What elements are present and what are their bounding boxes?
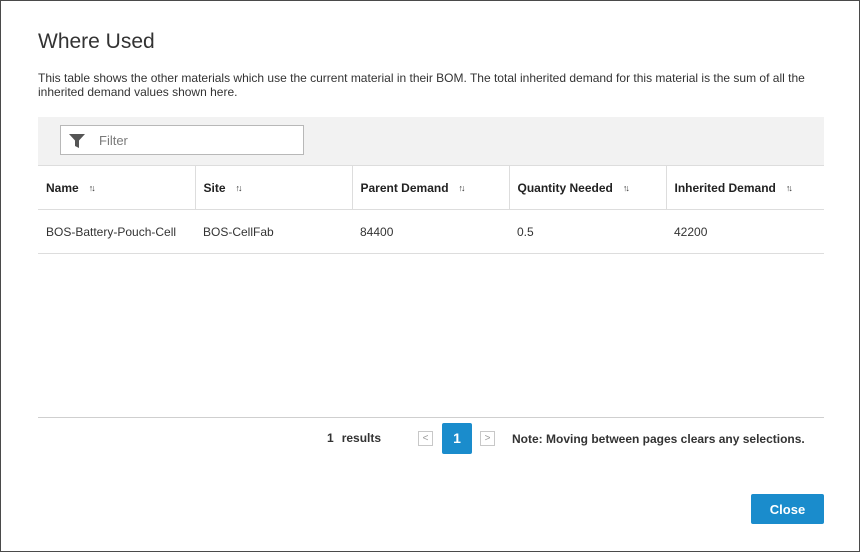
- filter-icon: [69, 134, 85, 148]
- prev-page-button[interactable]: <: [418, 431, 433, 446]
- column-header-name[interactable]: Name ↑↓: [38, 165, 195, 210]
- results-number: 1: [327, 431, 334, 445]
- next-page-button[interactable]: >: [480, 431, 495, 446]
- where-used-dialog: Where Used This table shows the other ma…: [0, 0, 860, 552]
- sort-icon[interactable]: ↑↓: [89, 183, 96, 193]
- sort-icon[interactable]: ↑↓: [459, 183, 466, 193]
- column-label: Inherited Demand: [674, 180, 776, 195]
- page-1-button[interactable]: 1: [442, 423, 472, 454]
- column-label: Parent Demand: [360, 180, 449, 195]
- table-row[interactable]: BOS-Battery-Pouch-Cell BOS-CellFab 84400…: [38, 209, 824, 254]
- column-label: Name: [46, 180, 79, 195]
- sort-icon[interactable]: ↑↓: [623, 183, 630, 193]
- results-count: 1 results: [327, 431, 381, 445]
- column-header-site[interactable]: Site ↑↓: [194, 165, 352, 210]
- dialog-description: This table shows the other materials whi…: [38, 71, 805, 99]
- dialog-title: Where Used: [38, 30, 155, 53]
- chevron-left-icon: <: [422, 433, 429, 444]
- column-header-inherited-demand[interactable]: Inherited Demand ↑↓: [665, 165, 824, 210]
- column-header-quantity-needed[interactable]: Quantity Needed ↑↓: [508, 165, 666, 210]
- results-label: results: [341, 431, 382, 445]
- footer-divider: [38, 417, 824, 418]
- pagination-note: Note: Moving between pages clears any se…: [512, 432, 805, 446]
- sort-icon[interactable]: ↑↓: [786, 183, 793, 193]
- cell-quantity-needed: 0.5: [509, 209, 666, 254]
- where-used-table: Name ↑↓ Site ↑↓ Parent Demand ↑↓ Quantity N…: [38, 165, 824, 254]
- table-header-row: Name ↑↓ Site ↑↓ Parent Demand ↑↓ Quantity N…: [38, 165, 824, 210]
- cell-name: BOS-Battery-Pouch-Cell: [38, 209, 195, 254]
- close-button[interactable]: Close: [751, 494, 824, 524]
- chevron-right-icon: >: [484, 433, 491, 444]
- sort-icon[interactable]: ↑↓: [236, 183, 243, 193]
- cell-site: BOS-CellFab: [195, 209, 352, 254]
- cell-parent-demand: 84400: [352, 209, 509, 254]
- table-toolbar: [38, 117, 824, 165]
- cell-inherited-demand: 42200: [666, 209, 824, 254]
- column-label: Quantity Needed: [517, 180, 613, 195]
- filter-field[interactable]: [60, 125, 304, 155]
- filter-input[interactable]: [99, 126, 299, 154]
- column-label: Site: [203, 180, 226, 195]
- column-header-parent-demand[interactable]: Parent Demand ↑↓: [351, 165, 509, 210]
